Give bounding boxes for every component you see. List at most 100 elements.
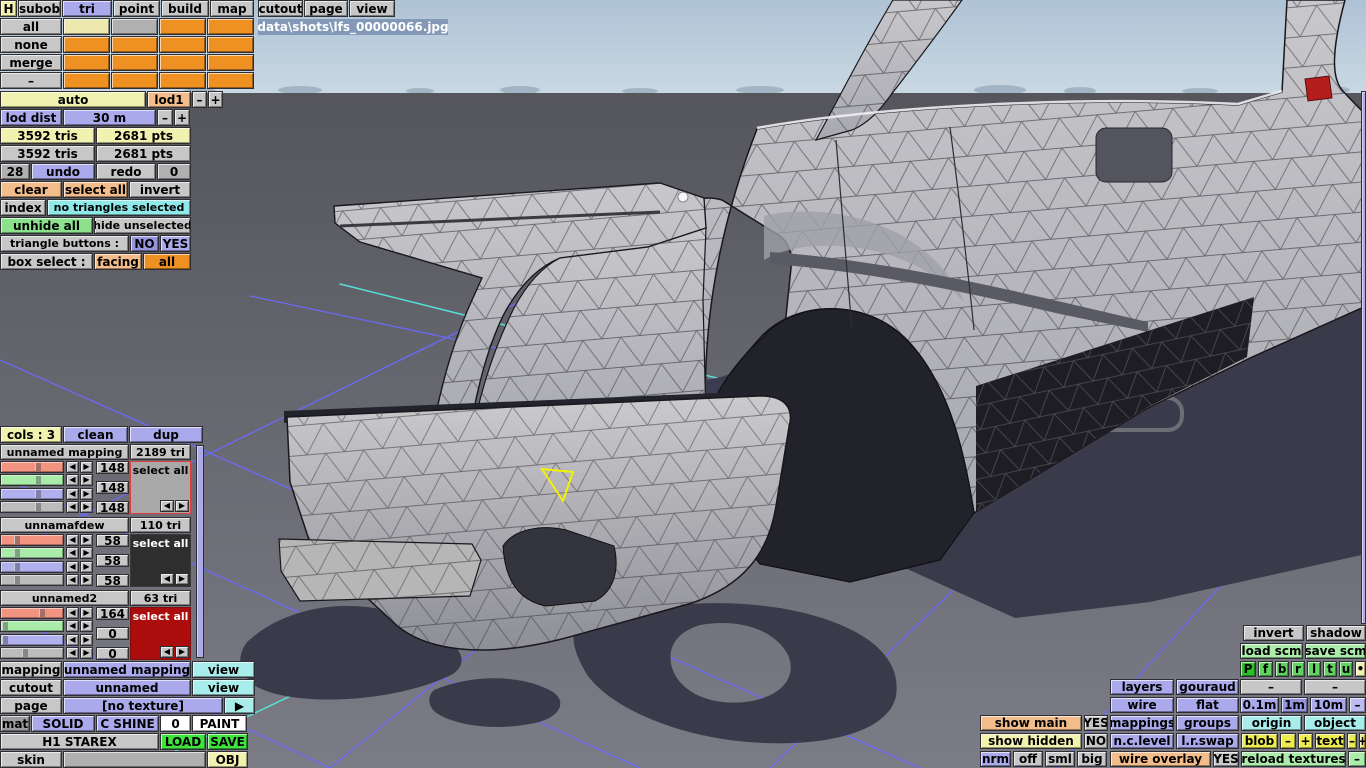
vehicle-name[interactable]: H1 STAREX [0, 733, 159, 750]
blue-value[interactable]: 148 [96, 501, 129, 514]
tab-page[interactable]: page [304, 0, 348, 17]
subobject-cell[interactable] [207, 18, 254, 35]
grid-off-button[interactable]: – [1349, 697, 1366, 713]
view-front-button[interactable]: f [1258, 661, 1273, 677]
lod-plus-button[interactable]: + [208, 91, 223, 108]
view-left-button[interactable]: l [1307, 661, 1321, 677]
subobject-cell[interactable] [159, 54, 206, 71]
tab-point[interactable]: point [113, 0, 160, 17]
group-left-button[interactable]: ◀ [160, 573, 174, 585]
triangle-buttons-yes[interactable]: YES [160, 235, 191, 252]
step-right-button[interactable]: ▶ [80, 574, 93, 586]
lod-dist-value[interactable]: 30 m [63, 109, 156, 126]
subobject-cell[interactable] [63, 72, 110, 89]
tab-tri[interactable]: tri [62, 0, 112, 17]
step-right-button[interactable]: ▶ [80, 647, 93, 659]
cols-button[interactable]: cols : 3 [0, 426, 62, 443]
mat-value[interactable]: SOLID [31, 715, 95, 732]
cutout-label[interactable]: cutout [0, 679, 62, 696]
subobject-cell[interactable] [159, 18, 206, 35]
object-button[interactable]: object [1304, 715, 1366, 731]
reload-textures-button[interactable]: reload textures [1241, 751, 1346, 767]
flat-button[interactable]: flat [1176, 697, 1239, 713]
box-select-all[interactable]: all [143, 253, 191, 270]
skin-value[interactable] [63, 751, 206, 768]
red-value[interactable]: 164 [96, 607, 129, 620]
green-slider[interactable] [0, 474, 64, 486]
subobject-cell[interactable] [207, 36, 254, 53]
unhide-all-button[interactable]: unhide all [0, 217, 93, 234]
dash-button[interactable]: – [1240, 679, 1302, 695]
group-select-all[interactable]: select all ◀ ▶ [130, 461, 191, 514]
red-slider[interactable] [0, 461, 64, 473]
group-select-all[interactable]: select all ◀ ▶ [130, 534, 191, 587]
blue-slider[interactable] [0, 488, 64, 500]
mapping-view-button[interactable]: view [192, 661, 255, 678]
step-right-button[interactable]: ▶ [80, 561, 93, 573]
text-button[interactable]: text [1315, 733, 1345, 749]
shine-value[interactable]: 0 [160, 715, 191, 732]
subobject-cell[interactable] [111, 36, 158, 53]
red-slider[interactable] [0, 607, 64, 619]
subobject-cell[interactable] [111, 18, 158, 35]
mapping-group-name[interactable]: unnamafdew [0, 517, 129, 533]
blob-plus-button[interactable]: + [1298, 733, 1313, 749]
save-scm-button[interactable]: save scm [1305, 643, 1366, 659]
lod-auto-button[interactable]: auto [0, 91, 146, 108]
step-right-button[interactable]: ▶ [80, 501, 93, 513]
step-right-button[interactable]: ▶ [80, 620, 93, 632]
lod-minus-button[interactable]: – [192, 91, 207, 108]
skin-label[interactable]: skin [0, 751, 62, 768]
select-all-button[interactable]: select all [63, 181, 128, 198]
clear-button[interactable]: clear [0, 181, 62, 198]
group-right-button[interactable]: ▶ [175, 573, 189, 585]
step-right-button[interactable]: ▶ [80, 474, 93, 486]
dup-button[interactable]: dup [129, 426, 203, 443]
step-left-button[interactable]: ◀ [66, 534, 79, 546]
hide-unselected-button[interactable]: hide unselected [94, 217, 191, 234]
mapping-group-name[interactable]: unnamed mapping [0, 444, 129, 460]
subobject-cell[interactable] [207, 54, 254, 71]
blue-slider[interactable] [0, 634, 64, 646]
nrm-off-button[interactable]: off [1013, 751, 1043, 767]
show-main-button[interactable]: show main [980, 715, 1082, 731]
step-right-button[interactable]: ▶ [80, 607, 93, 619]
tab-subob[interactable]: subob [18, 0, 61, 17]
wire-overlay-button[interactable]: wire overlay [1110, 751, 1211, 767]
mappings-scrollbar[interactable] [196, 445, 204, 658]
green-slider[interactable] [0, 547, 64, 559]
red-value[interactable]: 58 [96, 534, 129, 547]
viewport-scrollbar[interactable] [1361, 91, 1366, 624]
subobject-cell[interactable] [111, 72, 158, 89]
clean-button[interactable]: clean [63, 426, 128, 443]
step-right-button[interactable]: ▶ [80, 488, 93, 500]
subob-none-button[interactable]: none [0, 36, 62, 53]
step-right-button[interactable]: ▶ [80, 461, 93, 473]
blob-button[interactable]: blob [1241, 733, 1278, 749]
text-plus-button[interactable]: + [1359, 733, 1366, 749]
step-left-button[interactable]: ◀ [66, 488, 79, 500]
reload-textures-minus[interactable]: – [1348, 751, 1366, 767]
shadow-button[interactable]: shadow [1306, 625, 1366, 641]
subob-all-button[interactable]: all [0, 18, 62, 35]
step-right-button[interactable]: ▶ [80, 534, 93, 546]
tab-view[interactable]: view [349, 0, 395, 17]
shine-button[interactable]: C SHINE [96, 715, 159, 732]
group-select-all[interactable]: select all ◀ ▶ [130, 607, 191, 660]
mappings-button[interactable]: mappings [1110, 715, 1174, 731]
blob-minus-button[interactable]: – [1280, 733, 1296, 749]
subobject-cell[interactable] [111, 54, 158, 71]
paint-button[interactable]: PAINT [192, 715, 247, 732]
step-left-button[interactable]: ◀ [66, 474, 79, 486]
page-next-button[interactable]: ▶ [224, 697, 255, 714]
step-left-button[interactable]: ◀ [66, 574, 79, 586]
step-right-button[interactable]: ▶ [80, 634, 93, 646]
grid-10m-button[interactable]: 10m [1310, 697, 1347, 713]
nrm-button[interactable]: nrm [980, 751, 1011, 767]
load-button[interactable]: LOAD [160, 733, 206, 750]
red-value[interactable]: 148 [96, 461, 129, 474]
subobject-cell[interactable] [63, 18, 110, 35]
undo-button[interactable]: undo [31, 163, 95, 180]
page-label[interactable]: page [0, 697, 62, 714]
green-value[interactable]: 148 [96, 481, 129, 494]
